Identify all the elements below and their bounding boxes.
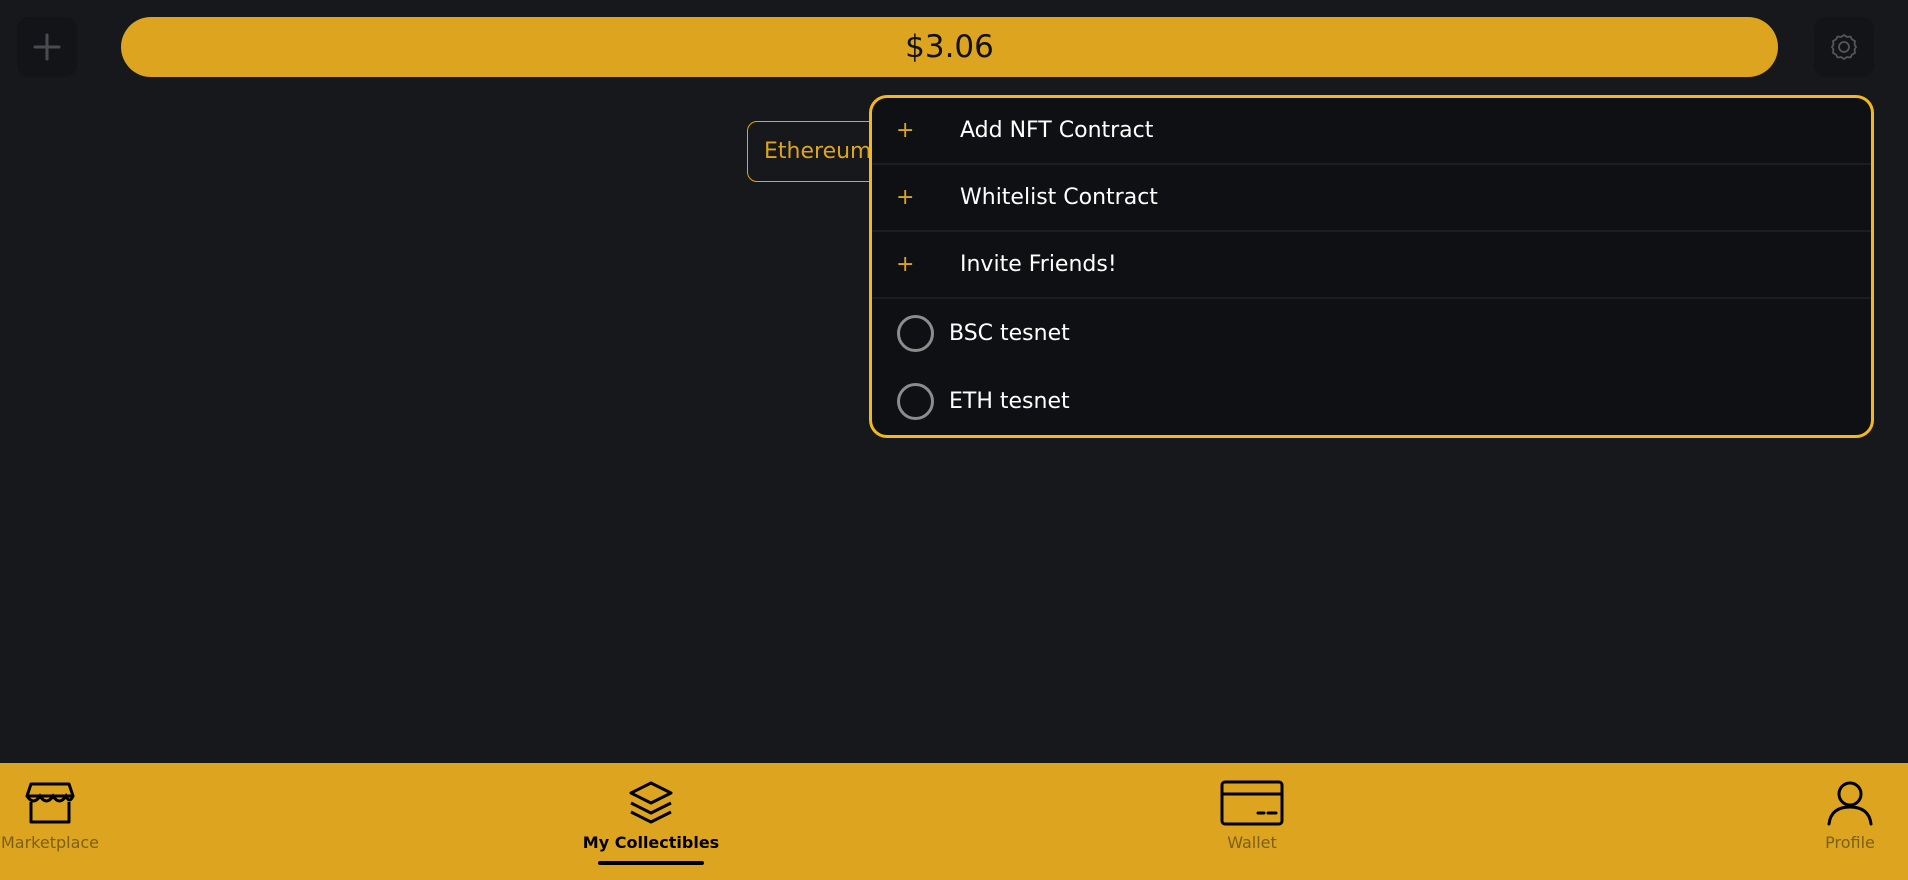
- radio-button[interactable]: [897, 314, 934, 352]
- plus-icon: [33, 33, 61, 61]
- network-option-label: ETH tesnet: [949, 388, 1070, 414]
- menu-item-invite-friends[interactable]: + Invite Friends!: [872, 232, 1871, 299]
- active-tab-indicator: [598, 861, 704, 865]
- gear-icon: [1831, 34, 1857, 60]
- nav-label: Profile: [1825, 833, 1875, 852]
- menu-item-label: Add NFT Contract: [960, 118, 1154, 143]
- nav-item-wallet[interactable]: Wallet: [1212, 763, 1292, 880]
- menu-item-add-nft-contract[interactable]: + Add NFT Contract: [872, 98, 1871, 165]
- network-option-bsc-tesnet[interactable]: BSC tesnet: [872, 299, 1871, 367]
- radio-button[interactable]: [897, 382, 934, 420]
- settings-button[interactable]: [1814, 17, 1874, 77]
- plus-icon: +: [896, 252, 915, 277]
- card-icon: [1220, 780, 1284, 826]
- app-root: $3.06 Ethereum + Add NFT Contract + Whit…: [0, 0, 1908, 880]
- plus-icon: +: [896, 185, 915, 210]
- menu-item-label: Invite Friends!: [960, 252, 1117, 277]
- network-option-label: BSC tesnet: [949, 320, 1070, 346]
- network-option-eth-tesnet[interactable]: ETH tesnet: [872, 367, 1871, 435]
- store-icon: [25, 782, 75, 824]
- nav-item-profile[interactable]: Profile: [1820, 763, 1880, 880]
- dropdown-menu: + Add NFT Contract + Whitelist Contract …: [869, 95, 1874, 438]
- bottom-nav: Marketplace My Collectibles Wallet Profi…: [0, 763, 1908, 880]
- nav-label: My Collectibles: [582, 833, 720, 852]
- user-icon: [1827, 781, 1873, 826]
- menu-item-label: Whitelist Contract: [960, 185, 1158, 210]
- nav-item-marketplace[interactable]: Marketplace: [0, 763, 100, 880]
- nav-label: Wallet: [1227, 833, 1277, 852]
- network-selector-label: Ethereum: [764, 139, 872, 164]
- plus-icon: +: [896, 118, 915, 143]
- add-button[interactable]: [17, 17, 77, 77]
- layers-icon: [629, 781, 673, 824]
- balance-value: $3.06: [905, 29, 994, 65]
- menu-item-whitelist-contract[interactable]: + Whitelist Contract: [872, 165, 1871, 232]
- balance-bar[interactable]: $3.06: [121, 17, 1778, 77]
- nav-label: Marketplace: [0, 833, 100, 852]
